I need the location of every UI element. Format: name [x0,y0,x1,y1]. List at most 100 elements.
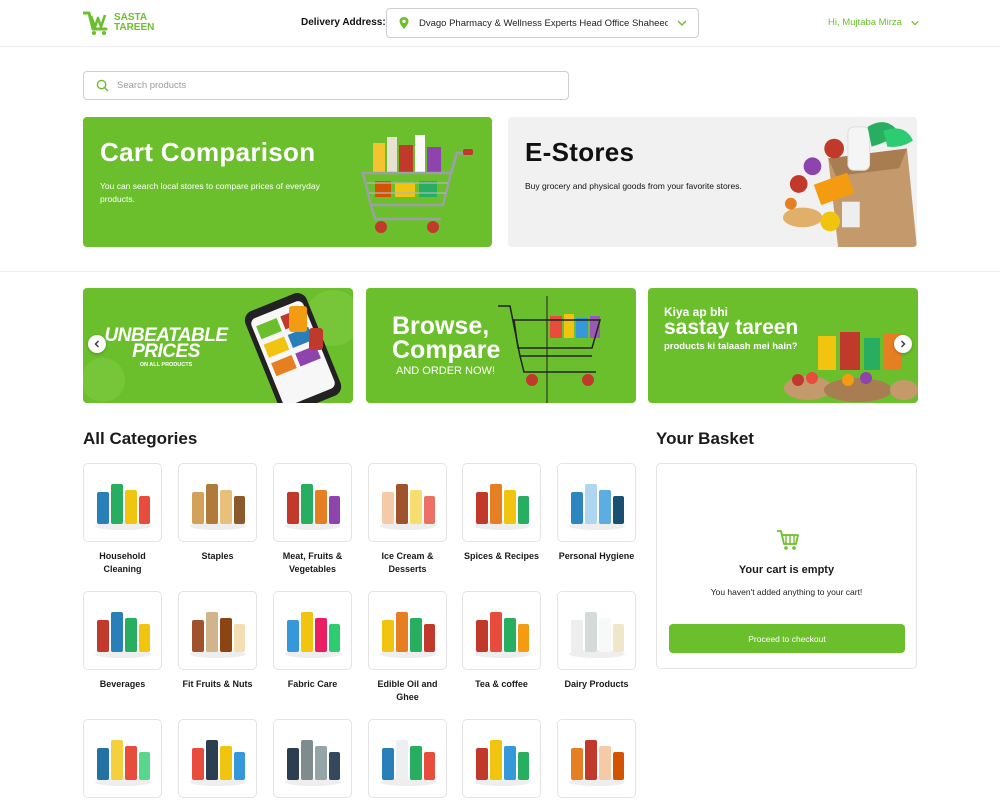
stationery-icon [189,739,246,786]
category-label: Fabric Care [287,679,338,689]
bread-basket-icon [189,483,246,530]
carousel-prev-button[interactable] [88,335,106,353]
promo-banner-unbeatable-prices[interactable]: UNBEATABLE PRICES ON ALL PRODUCTS [83,288,353,403]
category-tile[interactable] [368,463,447,542]
category-item[interactable]: Household Cleaning [83,463,162,576]
category-item[interactable] [557,719,636,798]
category-item[interactable]: Staples [178,463,257,563]
logo-cart-icon [83,11,108,35]
category-tile[interactable] [273,719,352,798]
category-item[interactable]: Beverages [83,591,162,691]
cart-comparison-title: Cart Comparison [100,137,316,167]
banner-1-subtitle: ON ALL PRODUCTS [139,362,193,368]
category-item[interactable]: Personal Hygiene [557,463,636,563]
nuts-icon [189,611,246,658]
basket-panel: Your cart is empty You haven't added any… [656,463,917,669]
category-tile[interactable] [273,591,352,670]
category-tile[interactable] [557,719,636,798]
empty-cart-subtitle: You haven't added anything to your cart! [710,587,863,597]
category-item[interactable] [462,719,541,798]
category-tile[interactable] [462,463,541,542]
brand-logo[interactable]: SASTA TAREEN [83,10,154,36]
category-item[interactable]: Tea & coffee [462,591,541,691]
category-tile[interactable] [368,591,447,670]
cart-comparison-description: You can search local stores to compare p… [100,181,320,204]
category-label: Spices & Recipes [463,551,540,561]
search-input[interactable] [117,80,556,91]
delivery-address-select[interactable]: Dvago Pharmacy & Wellness Experts Head O… [386,8,699,38]
cleaning-products-icon [94,483,151,530]
cookware-icon [284,739,341,786]
tea-icon [473,611,530,658]
category-item[interactable] [83,719,162,798]
category-tile[interactable] [83,463,162,542]
banner-2-title: Browse, Compare [392,312,501,364]
category-label: Beverages [99,679,146,689]
category-tile[interactable] [273,463,352,542]
detergent-icon [284,611,341,658]
category-tile[interactable] [178,463,257,542]
category-label: Tea & coffee [475,679,528,689]
category-label: Fit Fruits & Nuts [182,679,253,689]
spices-icon [473,483,530,530]
pharmacy-icon [379,739,436,786]
empty-cart-title: Your cart is empty [738,564,835,576]
pet-food-icon [94,739,151,786]
user-menu[interactable]: Hi, Mujtaba Mirza [828,17,920,28]
delivery-address-label: Delivery Address: [301,17,386,28]
banner-1-title: UNBEATABLE PRICES [96,326,236,362]
category-tile[interactable] [462,719,541,798]
banner-2-title-line-1: Browse, [392,312,490,340]
hygiene-icon [568,483,625,530]
banner-2-title-line-2: Compare [392,336,501,364]
category-tile[interactable] [178,719,257,798]
category-tile[interactable] [557,463,636,542]
category-item[interactable]: Edible Oil and Ghee [368,591,447,704]
basket-heading: Your Basket [656,429,754,448]
cart-outline-illustration [498,296,601,403]
category-item[interactable]: Spices & Recipes [462,463,541,563]
beverages-icon [94,611,151,658]
banner-1-title-line-2: PRICES [132,341,200,362]
category-label: Staples [201,551,234,561]
chevron-down-icon [677,20,687,26]
category-tile[interactable] [462,591,541,670]
e-stores-card[interactable]: E-Stores Buy grocery and physical goods … [508,117,917,247]
category-tile[interactable] [83,591,162,670]
e-stores-title: E-Stores [525,137,635,167]
chevron-down-icon [911,20,919,25]
category-item[interactable]: Fabric Care [273,591,352,691]
ice-cream-icon [379,483,436,530]
dairy-icon [568,611,625,658]
vegetables-icon [284,483,341,530]
category-item[interactable] [368,719,447,798]
baby-food-icon [568,739,625,786]
grocery-bag-illustration [782,122,917,247]
e-stores-description: Buy grocery and physical goods from your… [525,181,742,191]
category-tile[interactable] [368,719,447,798]
category-tile[interactable] [83,719,162,798]
category-label: Personal Hygiene [558,551,635,561]
category-item[interactable] [178,719,257,798]
proceed-to-checkout-button[interactable]: Proceed to checkout [669,624,905,653]
category-item[interactable] [273,719,352,798]
search-bar [83,71,569,100]
cart-comparison-card[interactable]: Cart Comparison You can search local sto… [83,117,492,247]
category-item[interactable]: Dairy Products [557,591,636,691]
carousel-next-button[interactable] [894,335,912,353]
category-item[interactable]: Ice Cream & Desserts [368,463,447,576]
shopping-cart-illustration [361,135,473,233]
top-header: SASTA TAREEN Delivery Address: Dvago Pha… [0,0,1000,47]
promo-banner-browse-compare[interactable]: Browse, Compare AND ORDER NOW! [366,288,636,403]
category-tile[interactable] [557,591,636,670]
category-label: Ice Cream & Desserts [381,551,434,574]
category-item[interactable]: Fit Fruits & Nuts [178,591,257,691]
category-label: Dairy Products [564,679,629,689]
category-tile[interactable] [178,591,257,670]
category-label: Edible Oil and Ghee [377,679,438,702]
category-item[interactable]: Meat, Fruits & Vegetables [273,463,352,576]
promo-banner-sastay-tareen[interactable]: Kiya ap bhi sastay tareen products ki ta… [648,288,918,403]
chevron-right-icon [901,340,906,348]
oil-icon [379,611,436,658]
shopping-cart-icon [777,530,799,550]
